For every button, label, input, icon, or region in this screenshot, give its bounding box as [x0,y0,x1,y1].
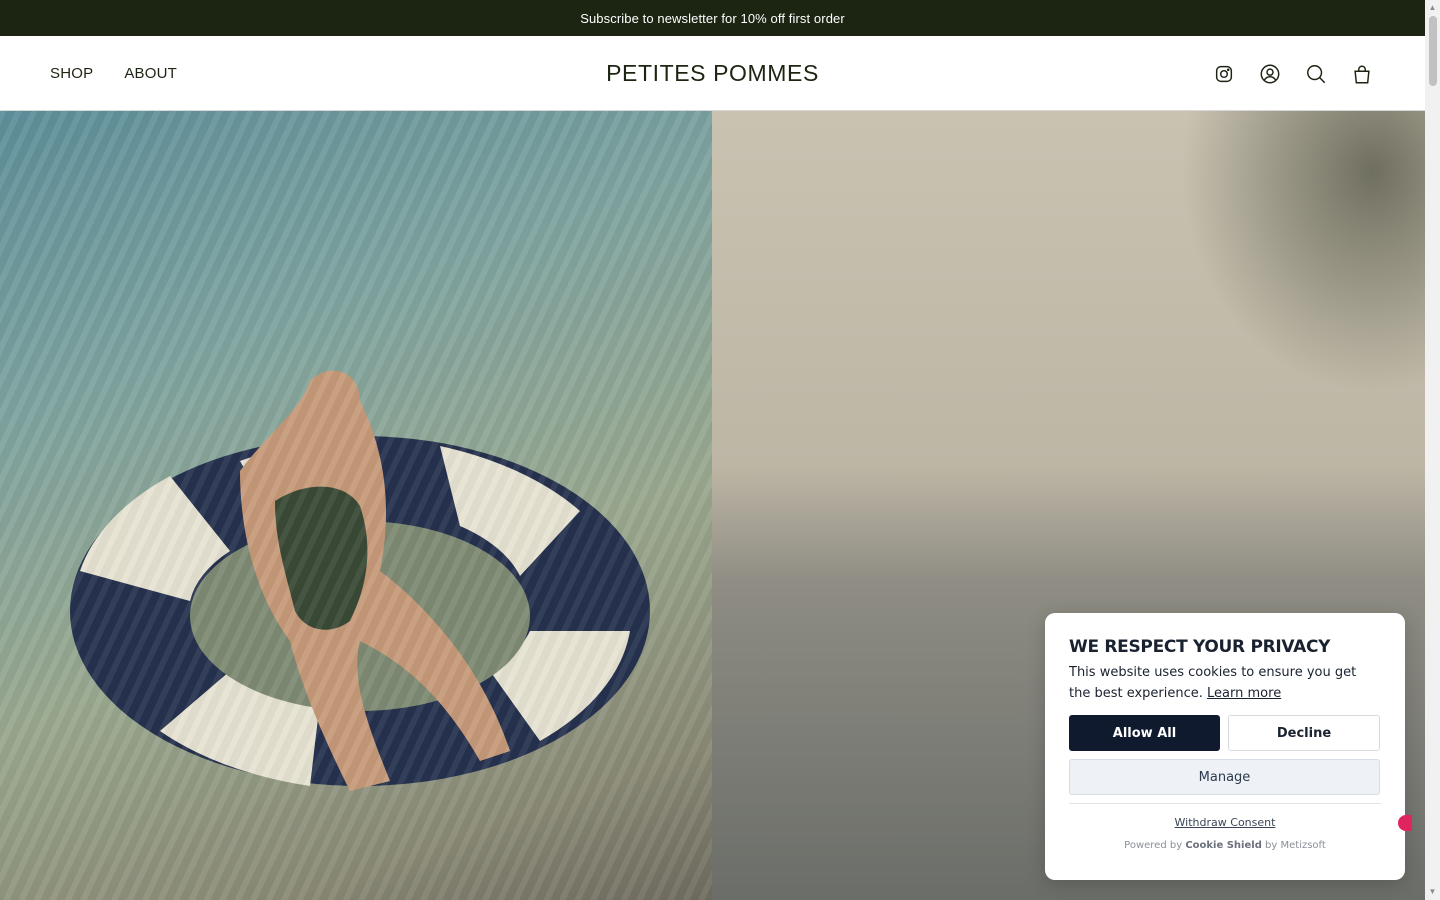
header-icons [1213,36,1373,111]
scroll-down-icon[interactable]: ▼ [1427,886,1438,897]
allow-all-button[interactable]: Allow All [1069,715,1220,751]
cookie-buttons: Allow All Decline [1069,715,1381,751]
withdraw-consent-link[interactable]: Withdraw Consent [1069,816,1381,829]
cookie-divider [1069,803,1381,804]
site-header: SHOP ABOUT PETITES POMMES [0,36,1425,111]
announcement-text[interactable]: Subscribe to newsletter for 10% off firs… [580,11,845,26]
instagram-icon[interactable] [1213,63,1235,85]
logo-container: PETITES POMMES [0,36,1425,111]
account-icon[interactable] [1259,63,1281,85]
learn-more-link[interactable]: Learn more [1207,686,1281,701]
search-icon[interactable] [1305,63,1327,85]
cookie-title: WE RESPECT YOUR PRIVACY [1069,637,1331,657]
nav-item-about[interactable]: ABOUT [124,65,177,82]
scroll-up-icon[interactable]: ▲ [1427,2,1438,13]
pool-float-illustration [60,341,680,801]
powered-by: Powered by Cookie Shield by Metizsoft [1069,840,1381,851]
manage-button[interactable]: Manage [1069,759,1380,795]
cookie-description: This website uses cookies to ensure you … [1069,662,1381,704]
scrollbar-thumb[interactable] [1429,16,1437,86]
announcement-bar[interactable]: Subscribe to newsletter for 10% off firs… [0,0,1425,36]
powered-prefix: Powered by [1124,840,1183,851]
cart-icon[interactable] [1351,63,1373,85]
powered-suffix: by Metizsoft [1265,840,1326,851]
cookie-consent-banner: WE RESPECT YOUR PRIVACY This website use… [1045,613,1405,880]
chat-widget-icon[interactable] [1398,815,1412,831]
nav-item-shop[interactable]: SHOP [50,65,93,82]
page-scrollbar[interactable] [1425,0,1440,900]
hero-image-pool-float[interactable] [0,111,712,900]
powered-brand[interactable]: Cookie Shield [1185,840,1262,851]
decline-button[interactable]: Decline [1228,715,1380,751]
main-nav: SHOP ABOUT [50,36,177,111]
site-logo[interactable]: PETITES POMMES [606,60,819,87]
